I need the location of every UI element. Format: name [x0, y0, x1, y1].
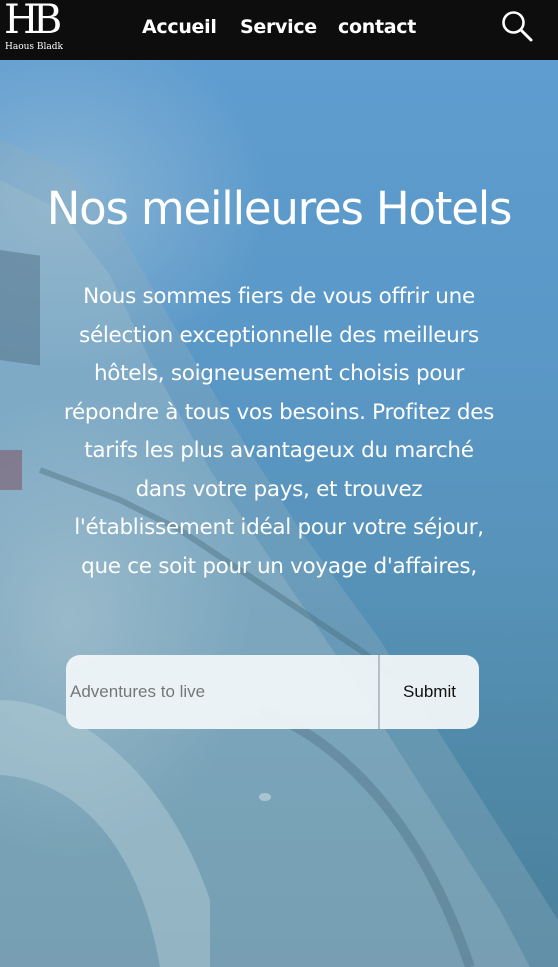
nav-link-accueil[interactable]: Accueil: [142, 16, 217, 40]
nav-link-service[interactable]: Service: [240, 16, 317, 40]
hotel-search-form: Submit: [66, 655, 479, 729]
search-icon[interactable]: [500, 9, 534, 43]
hero-title: Nos meilleures Hotels: [46, 182, 513, 235]
logo-mark: HB: [4, 0, 62, 43]
submit-button[interactable]: Submit: [380, 655, 479, 729]
nav-link-contact[interactable]: contact: [338, 16, 416, 40]
navbar: HB Haous Bladk Accueil Service contact: [0, 0, 558, 60]
hero-section: Nos meilleures Hotels Nous sommes fiers …: [0, 60, 558, 967]
logo-text: Haous Bladk: [5, 42, 63, 52]
search-input[interactable]: [66, 655, 378, 729]
brand-logo[interactable]: HB Haous Bladk: [4, 0, 70, 56]
hero-description: Nous sommes fiers de vous offrir une sél…: [63, 284, 495, 579]
